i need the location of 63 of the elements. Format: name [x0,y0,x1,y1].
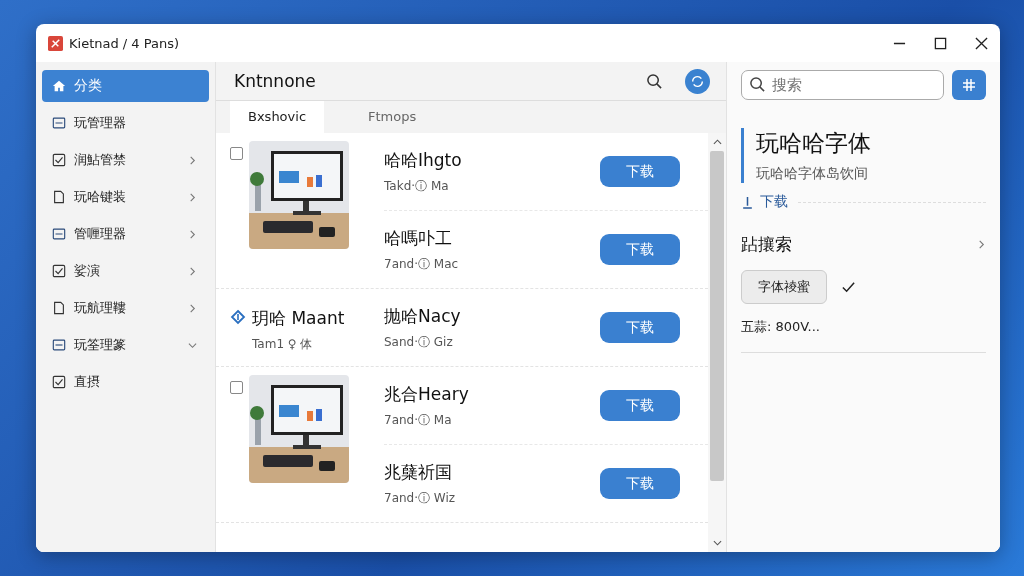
item-subtitle: Takd·ⓘ Ma [384,177,450,195]
sidebar-item[interactable]: 玩管理器 [42,107,209,139]
download-icon [741,195,754,209]
search-icon[interactable] [646,72,663,90]
square-icon [52,116,66,130]
item-title: 哈嗎卟工 [384,226,453,250]
font-title: 玩哈哈字体 [756,129,872,158]
sidebar-item[interactable]: 玩航理鞻 [42,292,209,324]
close-icon[interactable] [975,36,988,50]
item-title: 哈哈Ihgto [384,148,463,172]
section-header[interactable]: 跕攘索 [741,233,986,256]
font-subtitle: 玩哈哈字体岛饮间 [756,165,869,183]
chevron-right-icon [977,240,986,249]
item-subtitle: Sand·ⓘ Giz [384,333,454,351]
download-button[interactable]: 下载 [600,234,680,265]
scroll-down-icon[interactable] [712,540,722,546]
sidebar-item[interactable]: 玩哈键装 [42,181,209,213]
item-subtitle: 7and·ⓘ Wiz [384,489,457,507]
item-subtitle: Tam1 ♀ 体 [252,336,314,353]
checkbox[interactable] [230,147,243,160]
font-chip-button[interactable]: 字体祾蜜 [741,270,827,304]
window-title: Kietnad / 4 Pans) [69,35,180,51]
item-title: 玥哈 Maant [252,307,345,330]
sidebar-item[interactable]: 润鮎管禁 [42,144,209,176]
document-icon [52,190,66,204]
item-title: 抛哈Nacy [384,304,462,328]
square-icon [52,227,66,241]
filter-button[interactable] [952,70,986,100]
app-icon [48,35,63,51]
panel-title: Kntnnone [234,71,316,91]
download-button[interactable]: 下载 [600,156,680,187]
search-field[interactable]: 搜索 [741,70,944,100]
sidebar-item[interactable]: 玩筌理篆 [42,329,209,361]
item-subtitle: 7and·ⓘ Ma [384,411,453,429]
download-button[interactable]: 下载 [600,468,680,499]
item-title: 兆合Heary [384,382,470,406]
sidebar-item[interactable]: 管喱理器 [42,218,209,250]
sync-button[interactable] [685,68,710,94]
scrollbar[interactable] [708,133,726,552]
download-button[interactable]: 下载 [600,390,680,421]
search-icon [749,76,766,93]
tab[interactable]: Ftmops [350,101,435,133]
sidebar-item[interactable]: 分类 [42,70,209,102]
maximize-icon[interactable] [934,36,947,50]
scroll-up-icon[interactable] [712,139,722,145]
tab[interactable]: Bxshovic [230,101,325,133]
document-icon [52,301,66,315]
square-icon [52,338,66,352]
checkbox-icon [52,264,66,278]
checkbox-icon [52,375,66,389]
grid-icon [962,78,976,92]
item-subtitle: 7and·ⓘ Mac [384,255,460,273]
sidebar-item[interactable]: 直摂 [42,366,209,398]
download-link[interactable]: 下载 [741,193,788,211]
download-button[interactable]: 下载 [600,312,680,343]
item-title: 兆蘖祈国 [384,460,453,484]
checkbox[interactable] [230,381,243,394]
weight-note: 五蒜: 800V... [741,318,821,336]
diamond-icon [230,309,246,325]
sidebar-item[interactable]: 娑演 [42,255,209,287]
home-icon [52,79,66,93]
scrollbar-thumb[interactable] [710,151,724,481]
checkbox-icon [52,153,66,167]
